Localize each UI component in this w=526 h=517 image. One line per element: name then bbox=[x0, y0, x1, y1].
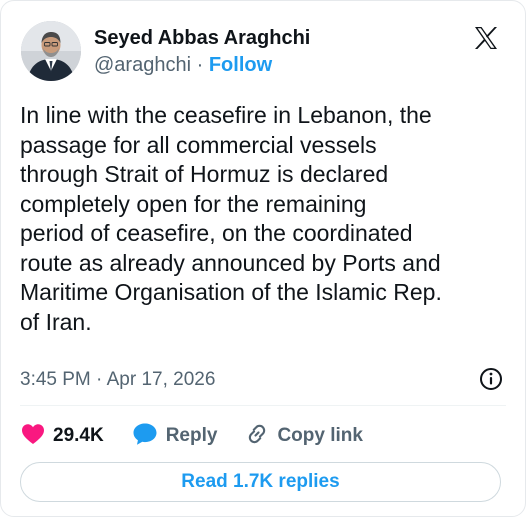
copy-link-label: Copy link bbox=[277, 425, 363, 446]
post-timestamp[interactable]: 3:45 PM · Apr 17, 2026 bbox=[20, 369, 215, 391]
read-replies-label: Read 1.7K replies bbox=[181, 471, 340, 492]
separator-dot: · bbox=[196, 54, 204, 76]
author-handle-row: @araghchi · Follow bbox=[94, 54, 272, 77]
author-name[interactable]: Seyed Abbas Araghchi bbox=[94, 27, 310, 50]
author-handle[interactable]: @araghchi bbox=[94, 54, 191, 76]
post-card: Seyed Abbas Araghchi @araghchi · Follow … bbox=[0, 0, 526, 517]
x-logo-icon[interactable] bbox=[473, 25, 499, 51]
action-bar: 29.4K Reply Copy link bbox=[21, 421, 391, 451]
post-text-line: completely open for the remaining bbox=[20, 190, 367, 217]
reply-bubble-icon bbox=[132, 422, 158, 451]
post-text-line: Maritime Organisation of the Islamic Rep… bbox=[20, 279, 442, 305]
post-text-line: In line with the ceasefire in Lebanon, t… bbox=[20, 102, 432, 128]
post-text-line: period of ceasefire, on the coordinated bbox=[20, 220, 413, 246]
avatar[interactable] bbox=[21, 21, 81, 81]
reply-button[interactable]: Reply bbox=[132, 422, 218, 451]
post-text-line: through Strait of Hormuz is declared bbox=[20, 161, 389, 187]
post-text: In line with the ceasefire in Lebanon, t… bbox=[20, 101, 510, 337]
reply-label: Reply bbox=[165, 425, 218, 446]
post-text-line: route as already announced by Ports and bbox=[20, 249, 441, 276]
like-button[interactable]: 29.4K bbox=[21, 423, 104, 450]
info-icon[interactable] bbox=[479, 367, 503, 391]
like-count: 29.4K bbox=[53, 425, 104, 446]
divider bbox=[20, 405, 506, 406]
heart-icon bbox=[21, 423, 45, 450]
follow-button[interactable]: Follow bbox=[209, 54, 272, 76]
post-text-line: of Iran. bbox=[20, 308, 92, 335]
post-text-line: passage for all commercial vessels bbox=[20, 131, 377, 158]
read-replies-button[interactable]: Read 1.7K replies bbox=[20, 462, 501, 502]
copy-link-button[interactable]: Copy link bbox=[245, 422, 363, 451]
link-icon bbox=[245, 422, 269, 451]
